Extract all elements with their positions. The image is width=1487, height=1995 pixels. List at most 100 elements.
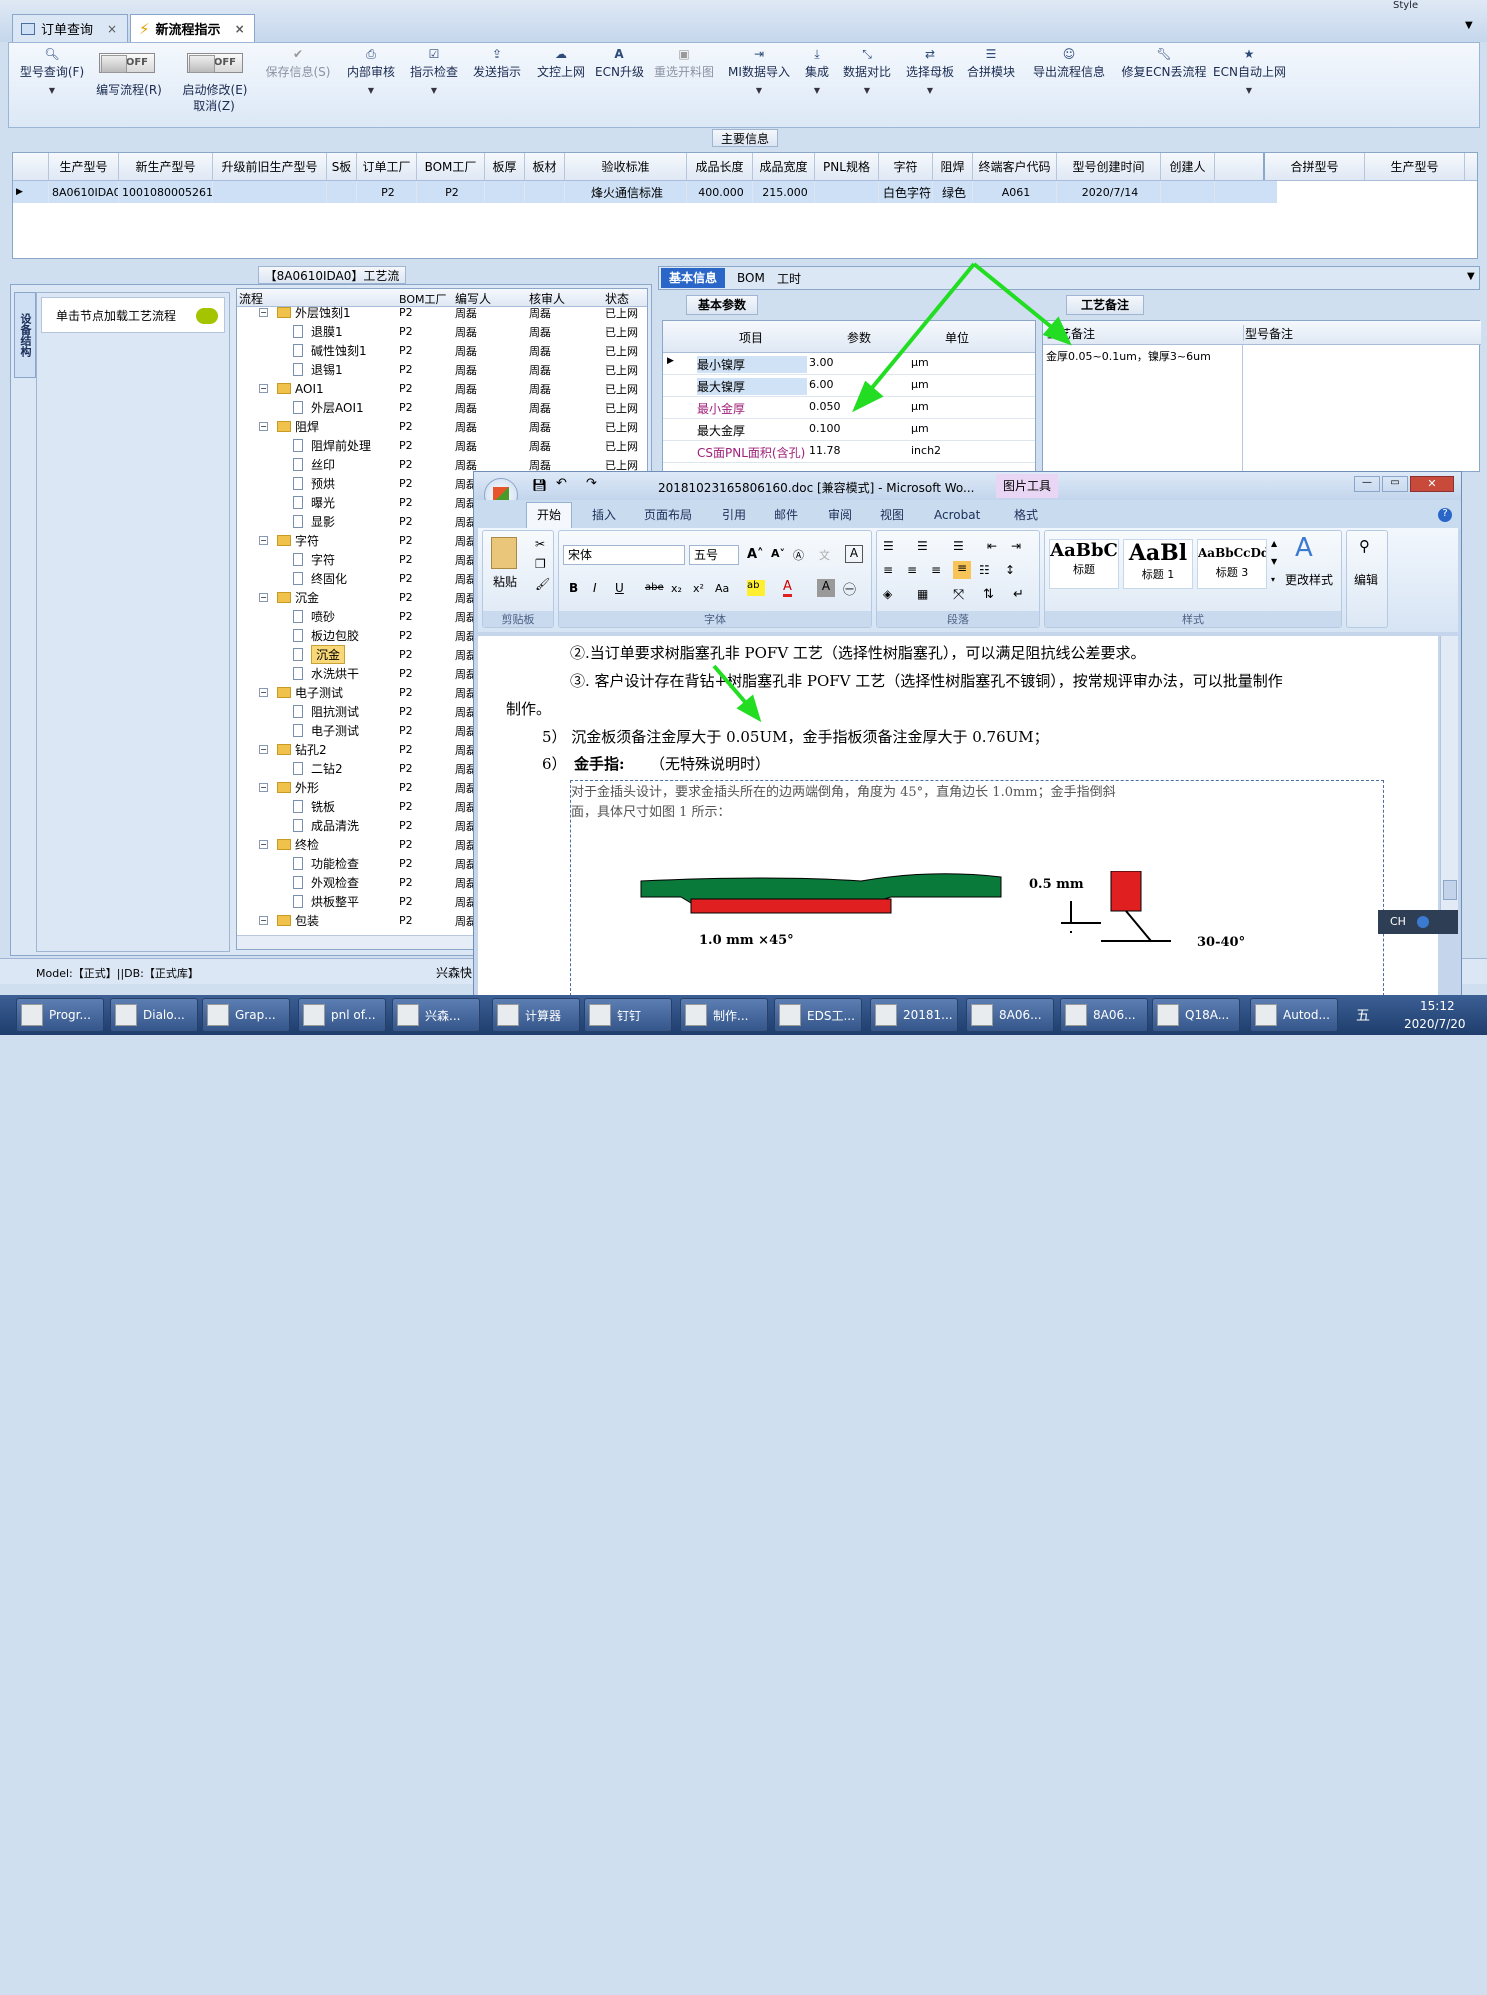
chevron-down-icon[interactable]: ▼ [1467, 271, 1475, 282]
tree-cell[interactable]: P2 [399, 705, 413, 718]
column-header[interactable]: 验收标准 [565, 153, 687, 180]
collapse-icon[interactable]: − [259, 593, 268, 602]
table-cell[interactable]: 400.000 [687, 181, 753, 203]
table-cell[interactable]: P2 [357, 181, 417, 203]
enclose-char-icon[interactable]: ㊀ [843, 579, 856, 598]
tree-cell[interactable]: P2 [399, 363, 413, 376]
tree-node-label[interactable]: 成品清洗 [311, 817, 359, 834]
show-marks-icon[interactable]: ↵ [1013, 587, 1024, 602]
subscript-icon[interactable]: x₂ [671, 582, 682, 595]
save-info-button[interactable]: ✔ 保存信息(S) [263, 47, 333, 80]
font-size-select[interactable]: 五号 [689, 545, 739, 565]
collapse-icon[interactable]: − [259, 783, 268, 792]
taskbar-item[interactable]: 兴森... [392, 998, 480, 1032]
collapse-icon[interactable]: − [259, 916, 268, 925]
phonetic-icon[interactable]: 文 [819, 547, 830, 563]
taskbar-item[interactable]: 钉钉 [584, 998, 672, 1032]
tree-cell[interactable]: 已上网 [605, 362, 638, 378]
increase-indent-icon[interactable]: ⇥ [1011, 539, 1021, 553]
change-styles-button[interactable]: 更改样式 [1285, 571, 1333, 588]
mi-import-button[interactable]: ⇥ MI数据导入 ▼ [725, 47, 793, 95]
undo-icon[interactable]: ↶ [556, 476, 567, 491]
export-flow-button[interactable]: ☺ 导出流程信息 [1027, 47, 1111, 80]
column-header[interactable]: 项目 [739, 329, 763, 346]
table-cell[interactable]: 绿色 [933, 181, 973, 203]
param-item[interactable]: 最小金厚 [697, 400, 745, 417]
cut-icon[interactable]: ✂ [535, 537, 545, 551]
column-header[interactable]: 新生产型号 [119, 153, 213, 180]
tree-node-label[interactable]: 阻焊 [295, 418, 319, 435]
copy-icon[interactable]: ❐ [535, 557, 546, 571]
tree-cell[interactable]: P2 [399, 838, 413, 851]
taskbar-item[interactable]: Progr... [16, 998, 104, 1032]
close-icon[interactable]: ✕ [1410, 476, 1454, 492]
tree-cell[interactable]: P2 [399, 591, 413, 604]
column-header[interactable]: S板 [327, 153, 357, 180]
repair-ecn-button[interactable]: 🔧︎ 修复ECN丢流程 [1117, 47, 1211, 80]
binoculars-icon[interactable]: ⚲ [1359, 537, 1370, 555]
table-cell[interactable] [525, 181, 565, 203]
param-row[interactable]: 最大镍厚 6.00 μm [663, 375, 1035, 397]
doc-upload-button[interactable]: ☁ 文控上网 [533, 47, 589, 80]
tree-cell[interactable]: P2 [399, 648, 413, 661]
tree-node-label[interactable]: 水洗烘干 [311, 665, 359, 682]
collapse-icon[interactable]: − [259, 384, 268, 393]
scroll-down-icon[interactable]: ▼ [1271, 557, 1277, 566]
tree-row[interactable]: 外层AOI1 P2 周磊 周磊 已上网 [237, 398, 641, 417]
scroll-up-icon[interactable]: ▲ [1271, 539, 1277, 548]
collapse-icon[interactable]: − [259, 536, 268, 545]
send-instruction-button[interactable]: ⇪ 发送指示 [469, 47, 525, 80]
minimize-icon[interactable]: — [1354, 476, 1380, 492]
tab-acrobat[interactable]: Acrobat [934, 504, 980, 526]
tree-cell[interactable]: P2 [399, 762, 413, 775]
tree-cell[interactable]: P2 [399, 439, 413, 452]
param-item[interactable]: 最大镍厚 [697, 378, 807, 395]
align-center-icon[interactable]: ≡ [907, 563, 917, 577]
tree-cell[interactable]: P2 [399, 553, 413, 566]
align-left-icon[interactable]: ≡ [883, 563, 893, 577]
column-header[interactable]: 升级前旧生产型号 [213, 153, 327, 180]
taskbar-item[interactable]: Q18A... [1152, 998, 1240, 1032]
tree-cell[interactable]: P2 [399, 610, 413, 623]
decrease-indent-icon[interactable]: ⇤ [987, 539, 997, 553]
tree-node-label[interactable]: AOI1 [295, 382, 324, 396]
write-flow-toggle[interactable]: OFF [99, 53, 155, 73]
superscript-icon[interactable]: x² [693, 582, 704, 595]
justify-icon[interactable]: ≡ [953, 561, 971, 579]
table-cell[interactable]: 8A0610IDA0 [49, 181, 119, 203]
tree-row[interactable]: − 阻焊 P2 周磊 周磊 已上网 [237, 417, 641, 436]
tree-cell[interactable]: P2 [399, 458, 413, 471]
taskbar-item[interactable]: Grap... [202, 998, 290, 1032]
collapse-icon[interactable]: − [259, 688, 268, 697]
tree-node-label[interactable]: 外观检查 [311, 874, 359, 891]
tab-review[interactable]: 审阅 [828, 504, 852, 526]
collapse-icon[interactable]: − [259, 422, 268, 431]
tree-cell[interactable]: P2 [399, 534, 413, 547]
tree-cell[interactable]: 周磊 [529, 343, 551, 359]
tree-node-label[interactable]: 显影 [311, 513, 335, 530]
chevron-down-icon[interactable]: ▼ [1465, 20, 1473, 31]
param-value[interactable]: 6.00 [809, 378, 834, 391]
process-remark-text[interactable]: 金厚0.05~0.1um，镍厚3~6um [1046, 348, 1211, 364]
tree-cell[interactable]: P2 [399, 667, 413, 680]
param-row[interactable]: 最大金厚 0.100 μm [663, 419, 1035, 441]
column-header[interactable]: 创建人 [1161, 153, 1215, 180]
clock-time[interactable]: 15:12 [1420, 999, 1455, 1013]
instruction-check-button[interactable]: ☑ 指示检查 ▼ [407, 47, 461, 95]
editing-button[interactable]: 编辑 [1354, 571, 1378, 588]
char-shading-icon[interactable]: A [817, 579, 835, 597]
param-row[interactable]: 最小金厚 0.050 μm [663, 397, 1035, 419]
start-modify-toggle[interactable]: OFF [187, 53, 243, 73]
style-label[interactable]: Style [1393, 0, 1418, 11]
tree-cell[interactable]: 已上网 [605, 343, 638, 359]
tree-cell[interactable]: P2 [399, 876, 413, 889]
ime-status[interactable]: 五 [1356, 1005, 1370, 1025]
ime-bar[interactable]: CH [1378, 910, 1458, 934]
param-unit[interactable]: μm [911, 400, 929, 413]
tree-node-label[interactable]: 电子测试 [311, 722, 359, 739]
tree-cell[interactable]: P2 [399, 344, 413, 357]
shading-icon[interactable]: ◈ [883, 587, 892, 601]
tree-row[interactable]: − AOI1 P2 周磊 周磊 已上网 [237, 379, 641, 398]
column-header[interactable]: 生产型号 [49, 153, 119, 180]
tree-cell[interactable]: 已上网 [605, 438, 638, 454]
